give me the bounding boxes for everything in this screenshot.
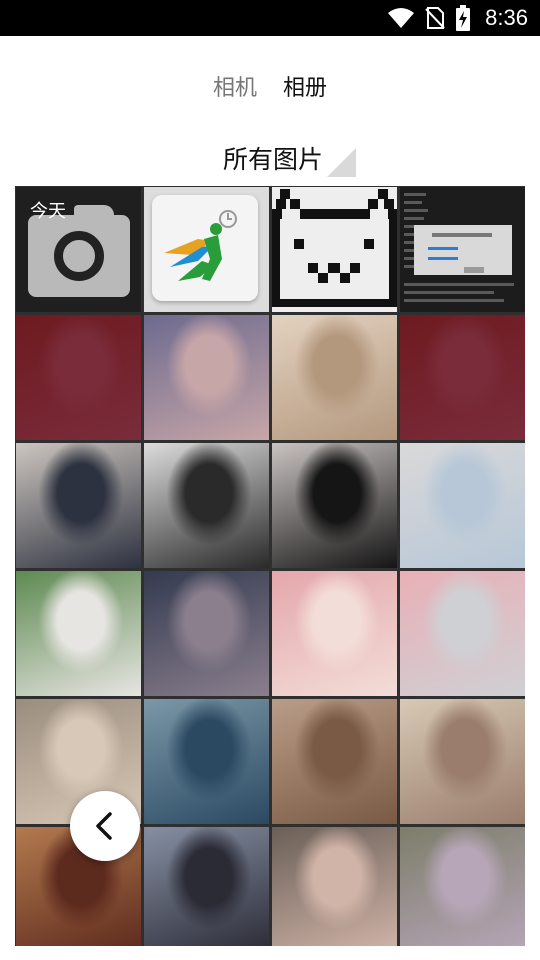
tab-camera[interactable]: 相机: [213, 72, 257, 106]
photo-thumbnail[interactable]: [16, 443, 141, 568]
app-icon-thumbnail[interactable]: [144, 187, 269, 312]
pixel-cat-thumbnail[interactable]: [272, 187, 397, 312]
photo-image: [144, 699, 269, 824]
photo-image: [144, 315, 269, 440]
battery-charging-icon: [456, 5, 471, 31]
photo-image: [400, 315, 525, 440]
photo-image: [16, 315, 141, 440]
photo-thumbnail[interactable]: [144, 699, 269, 824]
album-selector-label: 所有图片: [222, 145, 323, 174]
photo-image: [400, 827, 525, 946]
camera-lens-icon: [54, 231, 104, 281]
status-time: 8:36: [485, 5, 528, 30]
back-button[interactable]: [70, 791, 140, 861]
photo-thumbnail[interactable]: [16, 315, 141, 440]
photo-image: [272, 315, 397, 440]
photo-image: [272, 699, 397, 824]
app-icon-card: [152, 195, 258, 301]
photo-image: [272, 827, 397, 946]
photo-image: [272, 571, 397, 696]
album-selector[interactable]: 所有图片: [0, 138, 540, 178]
photo-thumbnail[interactable]: [144, 571, 269, 696]
photo-thumbnail[interactable]: [400, 571, 525, 696]
photo-image: [272, 443, 397, 568]
photo-image: [144, 827, 269, 946]
tab-bar: 相机 相册: [0, 72, 540, 106]
dropdown-triangle-icon: [327, 148, 356, 177]
photo-thumbnail[interactable]: [272, 699, 397, 824]
photo-thumbnail[interactable]: [144, 315, 269, 440]
screenshot-preview: [400, 187, 525, 312]
photo-image: [144, 571, 269, 696]
photo-thumbnail[interactable]: [400, 699, 525, 824]
pixel-cat-icon: [272, 187, 397, 312]
photo-image: [16, 571, 141, 696]
photo-image: [144, 443, 269, 568]
photo-thumbnail[interactable]: [400, 827, 525, 946]
screenshot-thumbnail[interactable]: [400, 187, 525, 312]
status-bar: 8:36: [0, 0, 540, 36]
photo-image: [400, 699, 525, 824]
section-label-today: 今天: [30, 201, 66, 222]
camera-thumbnail[interactable]: 今天: [16, 187, 141, 312]
chevron-left-icon: [96, 812, 112, 840]
photo-thumbnail[interactable]: [144, 443, 269, 568]
no-sim-icon: [425, 7, 445, 29]
photo-thumbnail[interactable]: [144, 827, 269, 946]
photo-image: [400, 571, 525, 696]
photo-thumbnail[interactable]: [272, 443, 397, 568]
photo-image: [400, 443, 525, 568]
tab-album[interactable]: 相册: [283, 72, 327, 106]
photo-thumbnail[interactable]: [272, 827, 397, 946]
photo-thumbnail[interactable]: [272, 571, 397, 696]
photo-thumbnail[interactable]: [16, 571, 141, 696]
photo-thumbnail[interactable]: [400, 443, 525, 568]
wifi-icon: [388, 8, 415, 28]
running-figure-icon: [164, 210, 237, 281]
photo-thumbnail[interactable]: [400, 315, 525, 440]
photo-thumbnail[interactable]: [272, 315, 397, 440]
photo-image: [16, 443, 141, 568]
